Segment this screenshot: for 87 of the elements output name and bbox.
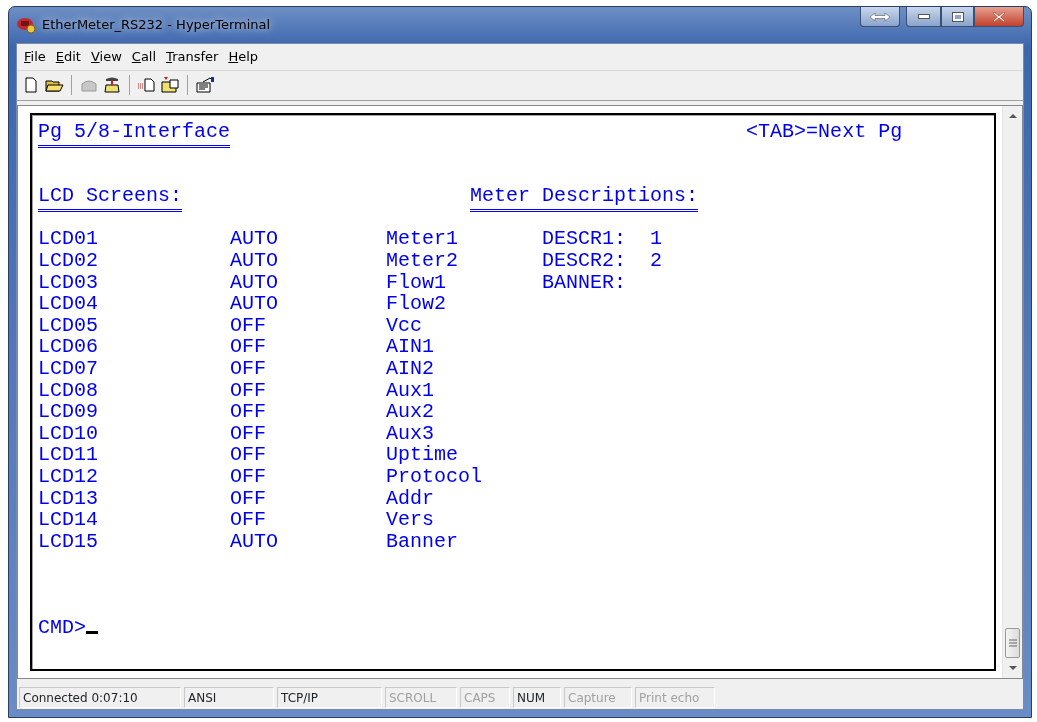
screen-id: LCD03: [38, 271, 99, 294]
screen-name: Addr: [386, 487, 436, 510]
screen-name: Banner: [386, 530, 460, 553]
screen-mode: AUTO: [230, 228, 280, 251]
screen-mode: AUTO: [230, 530, 280, 553]
screen-mode: AUTO: [230, 293, 280, 315]
screen-id: LCD15: [38, 530, 99, 553]
screen-name: Aux2: [386, 401, 436, 423]
status-indicator: CAPS: [460, 686, 510, 708]
command-prompt: CMD>: [38, 617, 86, 639]
status-indicator: Capture: [564, 686, 632, 708]
section-heading: Meter Descriptions:: [470, 185, 699, 213]
window-title: EtherMeter_RS232 - HyperTerminal: [42, 16, 271, 35]
screen-name: Aux1: [386, 379, 436, 402]
screen-name: Uptime: [386, 444, 460, 466]
screen-id: LCD05: [38, 314, 99, 337]
section-heading: LCD Screens:: [38, 185, 183, 213]
terminal-screen[interactable]: [30, 112, 996, 671]
description-value: 2: [650, 250, 663, 272]
menu-item[interactable]: Call: [126, 47, 162, 67]
screen-mode: AUTO: [230, 250, 280, 272]
description-value: 1: [650, 228, 663, 251]
screen-id: LCD02: [38, 250, 99, 272]
status-indicator: Print echo: [635, 686, 715, 708]
double-arrow-icon: [869, 11, 891, 22]
status-indicator: TCP/IP: [277, 686, 382, 708]
screen-name: Aux3: [386, 422, 436, 445]
screen-name: Vers: [386, 509, 436, 531]
screen-id: LCD06: [38, 336, 99, 359]
screen-name: Vcc: [386, 314, 424, 337]
screen-id: LCD01: [38, 228, 99, 251]
menu-item[interactable]: File: [19, 47, 51, 67]
page-title: Pg 5/8-Interface: [38, 120, 231, 148]
menu-item[interactable]: View: [85, 47, 127, 67]
screen-mode: OFF: [230, 487, 268, 510]
screen-id: LCD09: [38, 401, 99, 423]
screen-id: LCD10: [38, 422, 99, 445]
status-indicator: SCROLL: [385, 686, 457, 708]
screen-mode: OFF: [230, 314, 268, 337]
receive-folder-icon[interactable]: [160, 76, 180, 94]
description-label: BANNER:: [542, 271, 628, 294]
menu-item[interactable]: Edit: [50, 47, 86, 67]
maximize-icon: [951, 11, 964, 22]
scroll-up-icon[interactable]: [1007, 111, 1018, 120]
status-indicator: NUM: [513, 686, 561, 708]
screen-mode: OFF: [230, 379, 268, 402]
screen-mode: OFF: [230, 401, 268, 423]
screen-mode: OFF: [230, 509, 268, 531]
screen-name: Flow2: [386, 293, 448, 315]
minimize-icon: [917, 14, 930, 19]
send-document-icon[interactable]: [137, 76, 157, 94]
screen-name: Meter1: [386, 228, 460, 251]
screen-name: AIN2: [386, 358, 436, 380]
swap-button[interactable]: [860, 7, 900, 27]
screen-name: Flow1: [386, 271, 448, 294]
screen-id: LCD13: [38, 487, 99, 510]
close-button[interactable]: [974, 7, 1024, 27]
status-indicator: Connected 0:07:10: [19, 686, 181, 708]
screen-mode: OFF: [230, 336, 268, 359]
description-label: DESCR1:: [542, 228, 628, 251]
description-label: DESCR2:: [542, 250, 628, 272]
next-page-hint: <TAB>=Next Pg: [746, 120, 903, 143]
screen-id: LCD07: [38, 358, 99, 380]
scroll-thumb[interactable]: [1005, 628, 1020, 658]
screen-mode: AUTO: [230, 271, 280, 294]
screen-id: LCD11: [38, 444, 99, 466]
scrollbar[interactable]: [1002, 105, 1022, 678]
close-icon: [992, 10, 1006, 23]
grip-icon: [1008, 638, 1017, 648]
menu-item[interactable]: Help: [223, 47, 264, 67]
screen-id: LCD12: [38, 466, 99, 488]
screen-mode: OFF: [230, 422, 268, 445]
maximize-button[interactable]: [941, 7, 974, 27]
screen-id: LCD08: [38, 379, 99, 402]
screen-id: LCD14: [38, 509, 99, 531]
screen-name: AIN1: [386, 336, 436, 359]
minimize-button[interactable]: [906, 7, 941, 27]
screen-name: Protocol: [386, 466, 484, 488]
scroll-down-icon[interactable]: [1007, 664, 1018, 672]
menu-item[interactable]: Transfer: [161, 47, 224, 67]
screen-mode: OFF: [230, 466, 268, 488]
status-indicator: ANSI: [184, 686, 274, 708]
screen-id: LCD04: [38, 293, 99, 315]
properties-icon[interactable]: [195, 76, 215, 94]
screen-mode: OFF: [230, 444, 268, 466]
screen-name: Meter2: [386, 250, 460, 272]
screen-mode: OFF: [230, 358, 268, 380]
